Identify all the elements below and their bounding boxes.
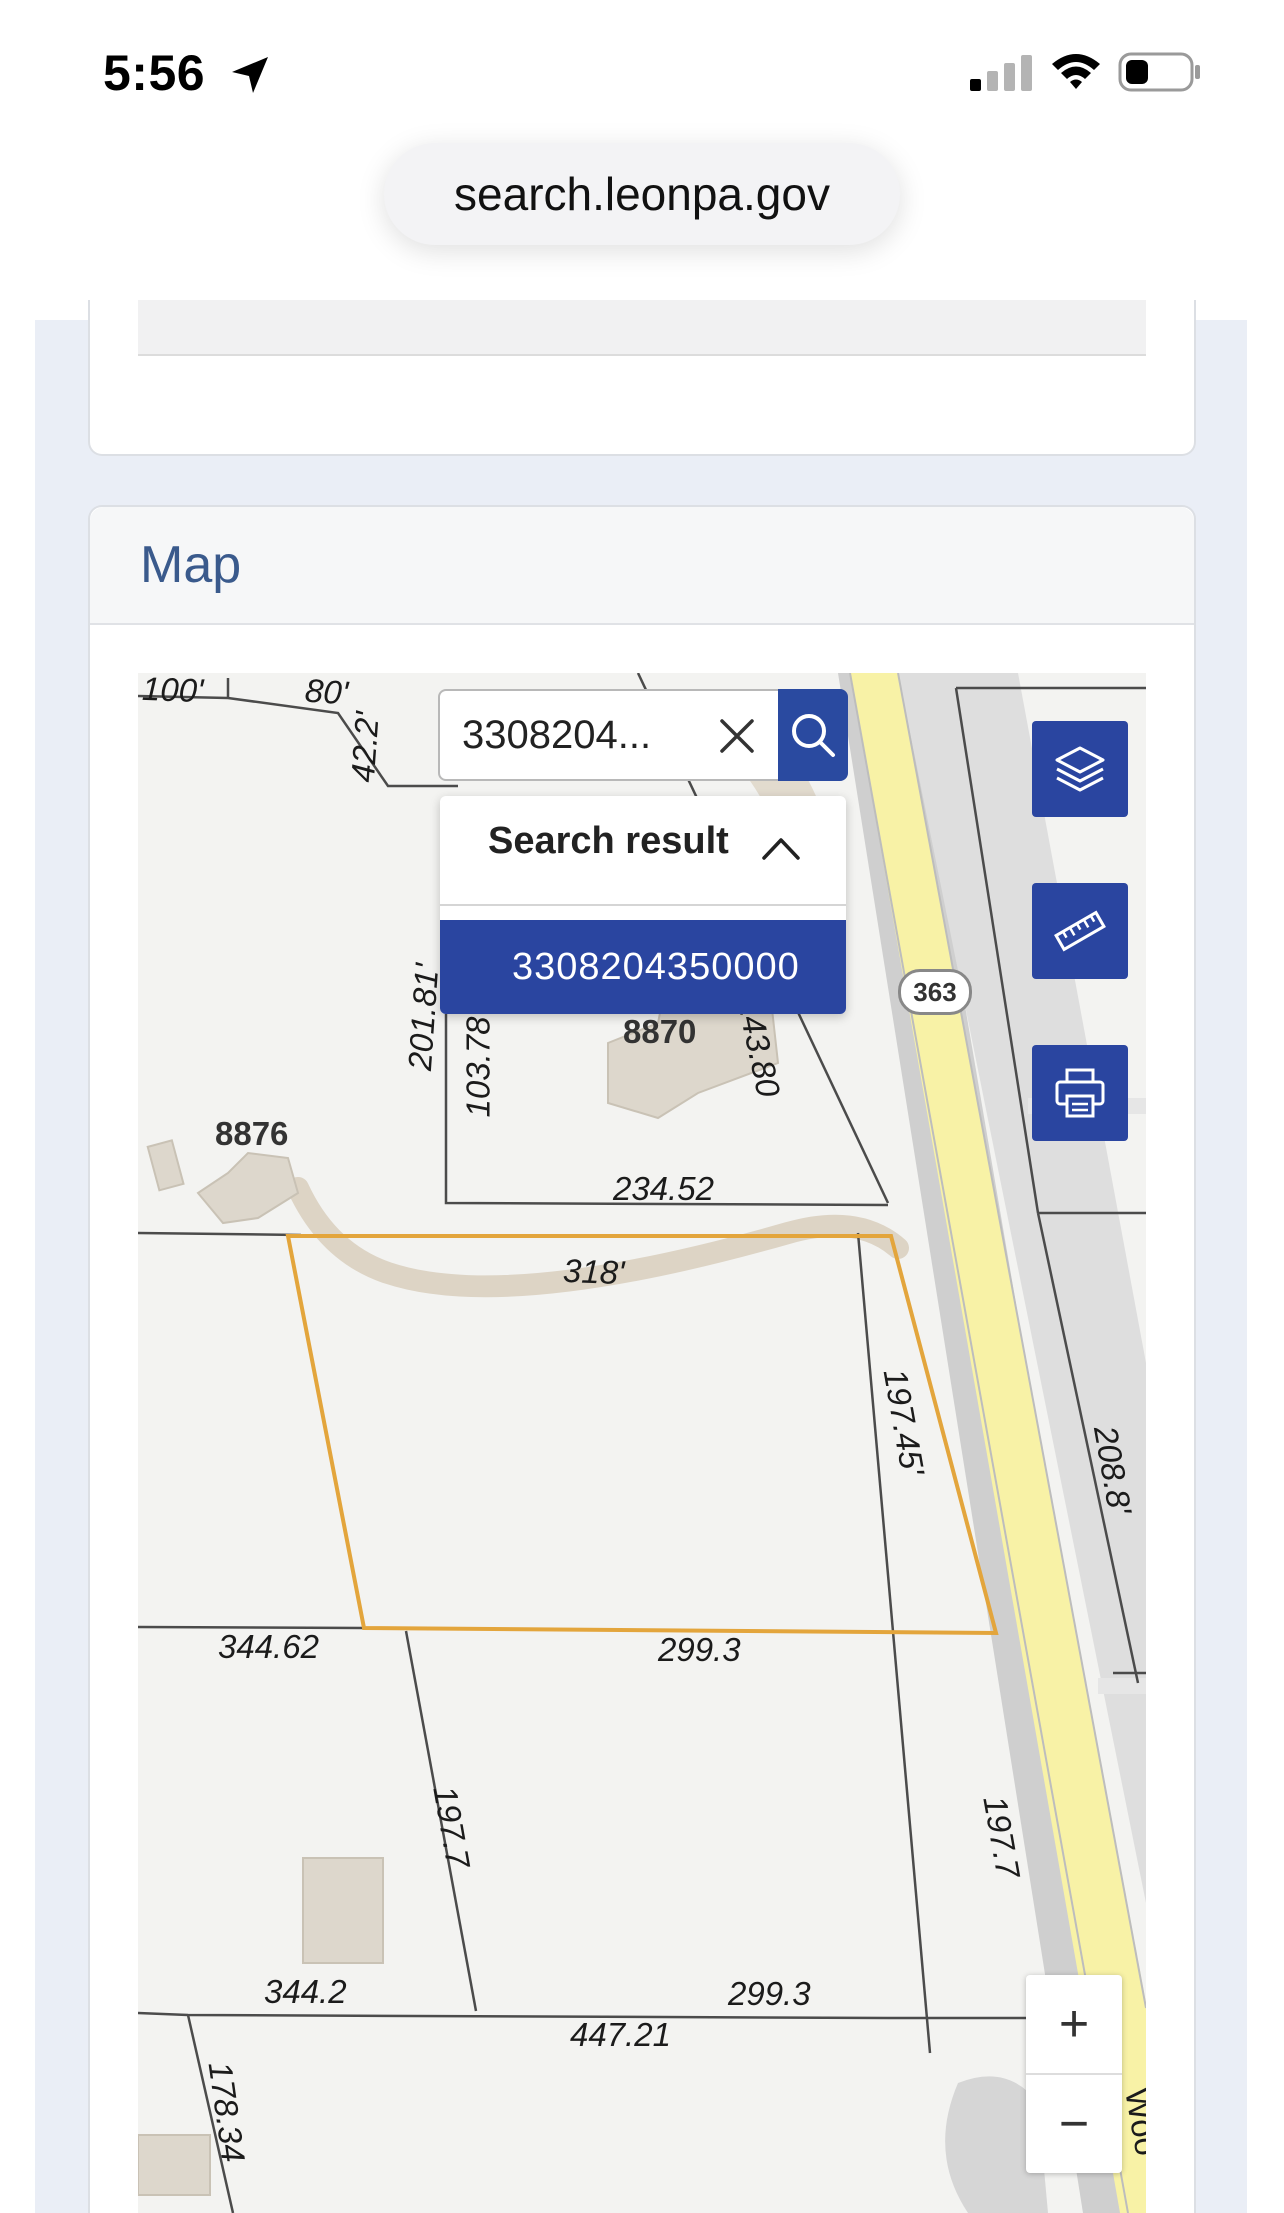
cellular-signal-icon (970, 55, 1032, 91)
parcel-dimension-label: 344.62 (218, 1628, 319, 1665)
address-label: 8870 (623, 1013, 697, 1050)
search-result-item[interactable]: 3308204350000 (440, 920, 846, 1014)
print-button[interactable] (1032, 1045, 1128, 1141)
search-results-panel: Search result 3308204350000 (440, 796, 846, 1014)
layers-button[interactable] (1032, 721, 1128, 817)
parcel-dimension-label: 318' (562, 1251, 626, 1292)
parcel-dimension-label: 234.52 (613, 1170, 714, 1207)
zoom-out-button[interactable]: − (1026, 2075, 1122, 2173)
printer-icon (1055, 1068, 1105, 1118)
parcel-search-input[interactable]: 3308204... (438, 689, 788, 781)
measure-button[interactable] (1032, 883, 1128, 979)
location-arrow-icon (232, 57, 268, 93)
parcel-dimension-label: 80' (303, 673, 350, 712)
card-title: Map (140, 536, 242, 594)
status-bar: 5:56 (0, 0, 1284, 140)
parcel-dimension-label: 344.2 (264, 1973, 347, 2010)
parcel-dimension-label: 42.2' (343, 710, 386, 784)
search-results-header[interactable]: Search result (440, 796, 846, 906)
battery-icon (1118, 52, 1200, 92)
address-label: 8876 (215, 1115, 289, 1152)
parcel-dimension-label: 103.78 (459, 1016, 497, 1118)
route-shield: 363 (898, 969, 972, 1015)
parcel-dimension-label: 447.21 (570, 2016, 671, 2053)
layers-icon (1055, 746, 1105, 792)
map-card-header: Map (90, 507, 1194, 625)
parcel-dimension-label: 299.3 (658, 1631, 741, 1668)
search-button[interactable] (778, 689, 848, 781)
parcel-dimension-label: 299.3 (728, 1975, 811, 2012)
ruler-icon (1054, 910, 1106, 952)
parcel-map[interactable]: 8870 8876 100' 80' 42.2' 201.81' 103.78 … (138, 673, 1146, 2213)
close-icon[interactable] (718, 717, 756, 755)
parcel-dimension-label: 100' (141, 673, 205, 710)
url-text: search.leonpa.gov (454, 168, 830, 220)
search-input-value: 3308204... (462, 713, 652, 757)
table-row (138, 300, 1146, 356)
previous-card (88, 300, 1196, 456)
search-results-title: Search result (488, 820, 729, 862)
address-bar[interactable]: search.leonpa.gov (384, 143, 900, 245)
wifi-icon (1052, 54, 1100, 89)
chevron-up-icon[interactable] (758, 826, 804, 872)
zoom-control: + − (1026, 1975, 1122, 2173)
status-time: 5:56 (103, 45, 206, 101)
search-icon (792, 714, 835, 757)
zoom-in-button[interactable]: + (1026, 1975, 1122, 2073)
